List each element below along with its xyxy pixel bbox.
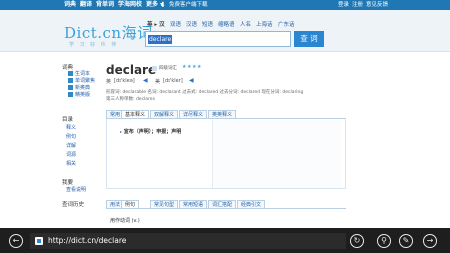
search-input-value: declare: [148, 35, 173, 44]
elite-icon: [68, 92, 73, 97]
toc-item-meaning[interactable]: 释义: [66, 124, 76, 131]
example-tab-divider: [106, 208, 346, 209]
forward-icon[interactable]: →: [423, 234, 437, 248]
sidebar-item-focus[interactable]: 单词聚焦: [75, 77, 95, 84]
bullet-icon: ▸: [120, 129, 123, 134]
nav-item-translate[interactable]: 翻译: [80, 1, 92, 9]
definition-value: 宣布（声明）；申报；声明: [123, 129, 182, 135]
tab-cantonese[interactable]: 广东话: [278, 20, 295, 28]
sidebar-section-i-want: 我要: [62, 180, 74, 186]
download-client-link[interactable]: 免费客户端下载: [169, 1, 208, 9]
entry-word: declare: [106, 63, 157, 77]
sidebar-item-instructions[interactable]: 查看说明: [66, 186, 86, 193]
site-favicon-icon: [35, 237, 43, 245]
uk-speaker-icon[interactable]: ◀: [143, 77, 148, 84]
definition-side-panel: [212, 120, 342, 188]
sidebar-item-elite[interactable]: 精英版: [75, 91, 90, 98]
refresh-icon[interactable]: ↻: [350, 234, 364, 248]
site-logo[interactable]: Dict.cn海词: [64, 22, 153, 43]
sidebar-item-new-dict[interactable]: 新奥典: [75, 84, 90, 91]
feedback-link[interactable]: 意见反馈: [366, 1, 388, 9]
tab-phrase[interactable]: 短语: [202, 20, 213, 28]
sidebar-section-toc: 目录: [62, 117, 74, 123]
focus-icon: [68, 78, 73, 83]
us-label: 美: [155, 79, 161, 85]
us-speaker-icon[interactable]: ◀: [189, 77, 194, 84]
download-icon: ⬇: [160, 1, 166, 9]
tab-bilingual[interactable]: 双语: [170, 20, 181, 28]
frequency-stars: ★★★★: [182, 64, 202, 70]
definition-text: ▸ 宣布（声明）；申报；声明: [120, 128, 181, 135]
uk-label: 英: [106, 79, 112, 85]
tab-abbreviation[interactable]: 缩略语: [218, 20, 235, 28]
register-link[interactable]: 注册: [352, 1, 363, 9]
toc-item-etymology[interactable]: 词源: [66, 151, 76, 158]
usage-heading: 用作动词 (v.): [110, 218, 140, 224]
nav-item-school[interactable]: 学海网校: [118, 1, 142, 9]
uk-phonetic: [dɪ'kleə]: [114, 78, 135, 84]
tab-names[interactable]: 人名: [240, 20, 251, 28]
top-navigation: 词典 翻译 背单词 学海网校 更多 ▾ ⬇ 免费客户端下载 登录 注册 意见反馈: [0, 0, 450, 10]
toc-item-details[interactable]: 详解: [66, 142, 76, 149]
pin-icon[interactable]: ⚲: [377, 234, 391, 248]
sidebar-section-history[interactable]: 查词历史: [62, 200, 84, 208]
sidebar-item-wordbook[interactable]: 生词本: [75, 70, 90, 77]
search-button[interactable]: 查 词: [294, 31, 324, 47]
logo-tagline: 学 习 好 伙 伴: [69, 42, 119, 48]
toc-item-related[interactable]: 相关: [66, 160, 76, 167]
nav-item-dict[interactable]: 词典: [64, 1, 76, 9]
us-phonetic: [dɪ'kler]: [163, 78, 183, 84]
tab-chinese[interactable]: 汉语: [186, 20, 197, 28]
address-url: http://dict.cn/declare: [48, 236, 127, 245]
nav-item-vocab[interactable]: 背单词: [96, 1, 114, 9]
search-input[interactable]: declare: [145, 31, 291, 47]
level-label: 四级词汇: [159, 66, 177, 71]
back-icon[interactable]: ←: [9, 234, 23, 248]
word-forms-third-person: 第三人称单数: declares: [106, 97, 155, 102]
tab-shanghainese[interactable]: 上海话: [256, 20, 273, 28]
toc-item-examples[interactable]: 例句: [66, 133, 76, 140]
level-badge-icon: [152, 66, 157, 71]
address-bar[interactable]: http://dict.cn/declare: [30, 233, 346, 249]
sidebar-section-dict: 词典: [62, 65, 74, 71]
wordbook-icon: [68, 71, 73, 76]
word-forms: 形容词: declarable 名词: declarant 过去式: decla…: [106, 90, 304, 95]
login-link[interactable]: 登录: [338, 1, 349, 9]
new-dict-icon: [68, 85, 73, 90]
tools-wrench-icon[interactable]: ✎: [399, 234, 413, 248]
tab-en-cn[interactable]: 英 ▸ 汉: [147, 20, 165, 28]
